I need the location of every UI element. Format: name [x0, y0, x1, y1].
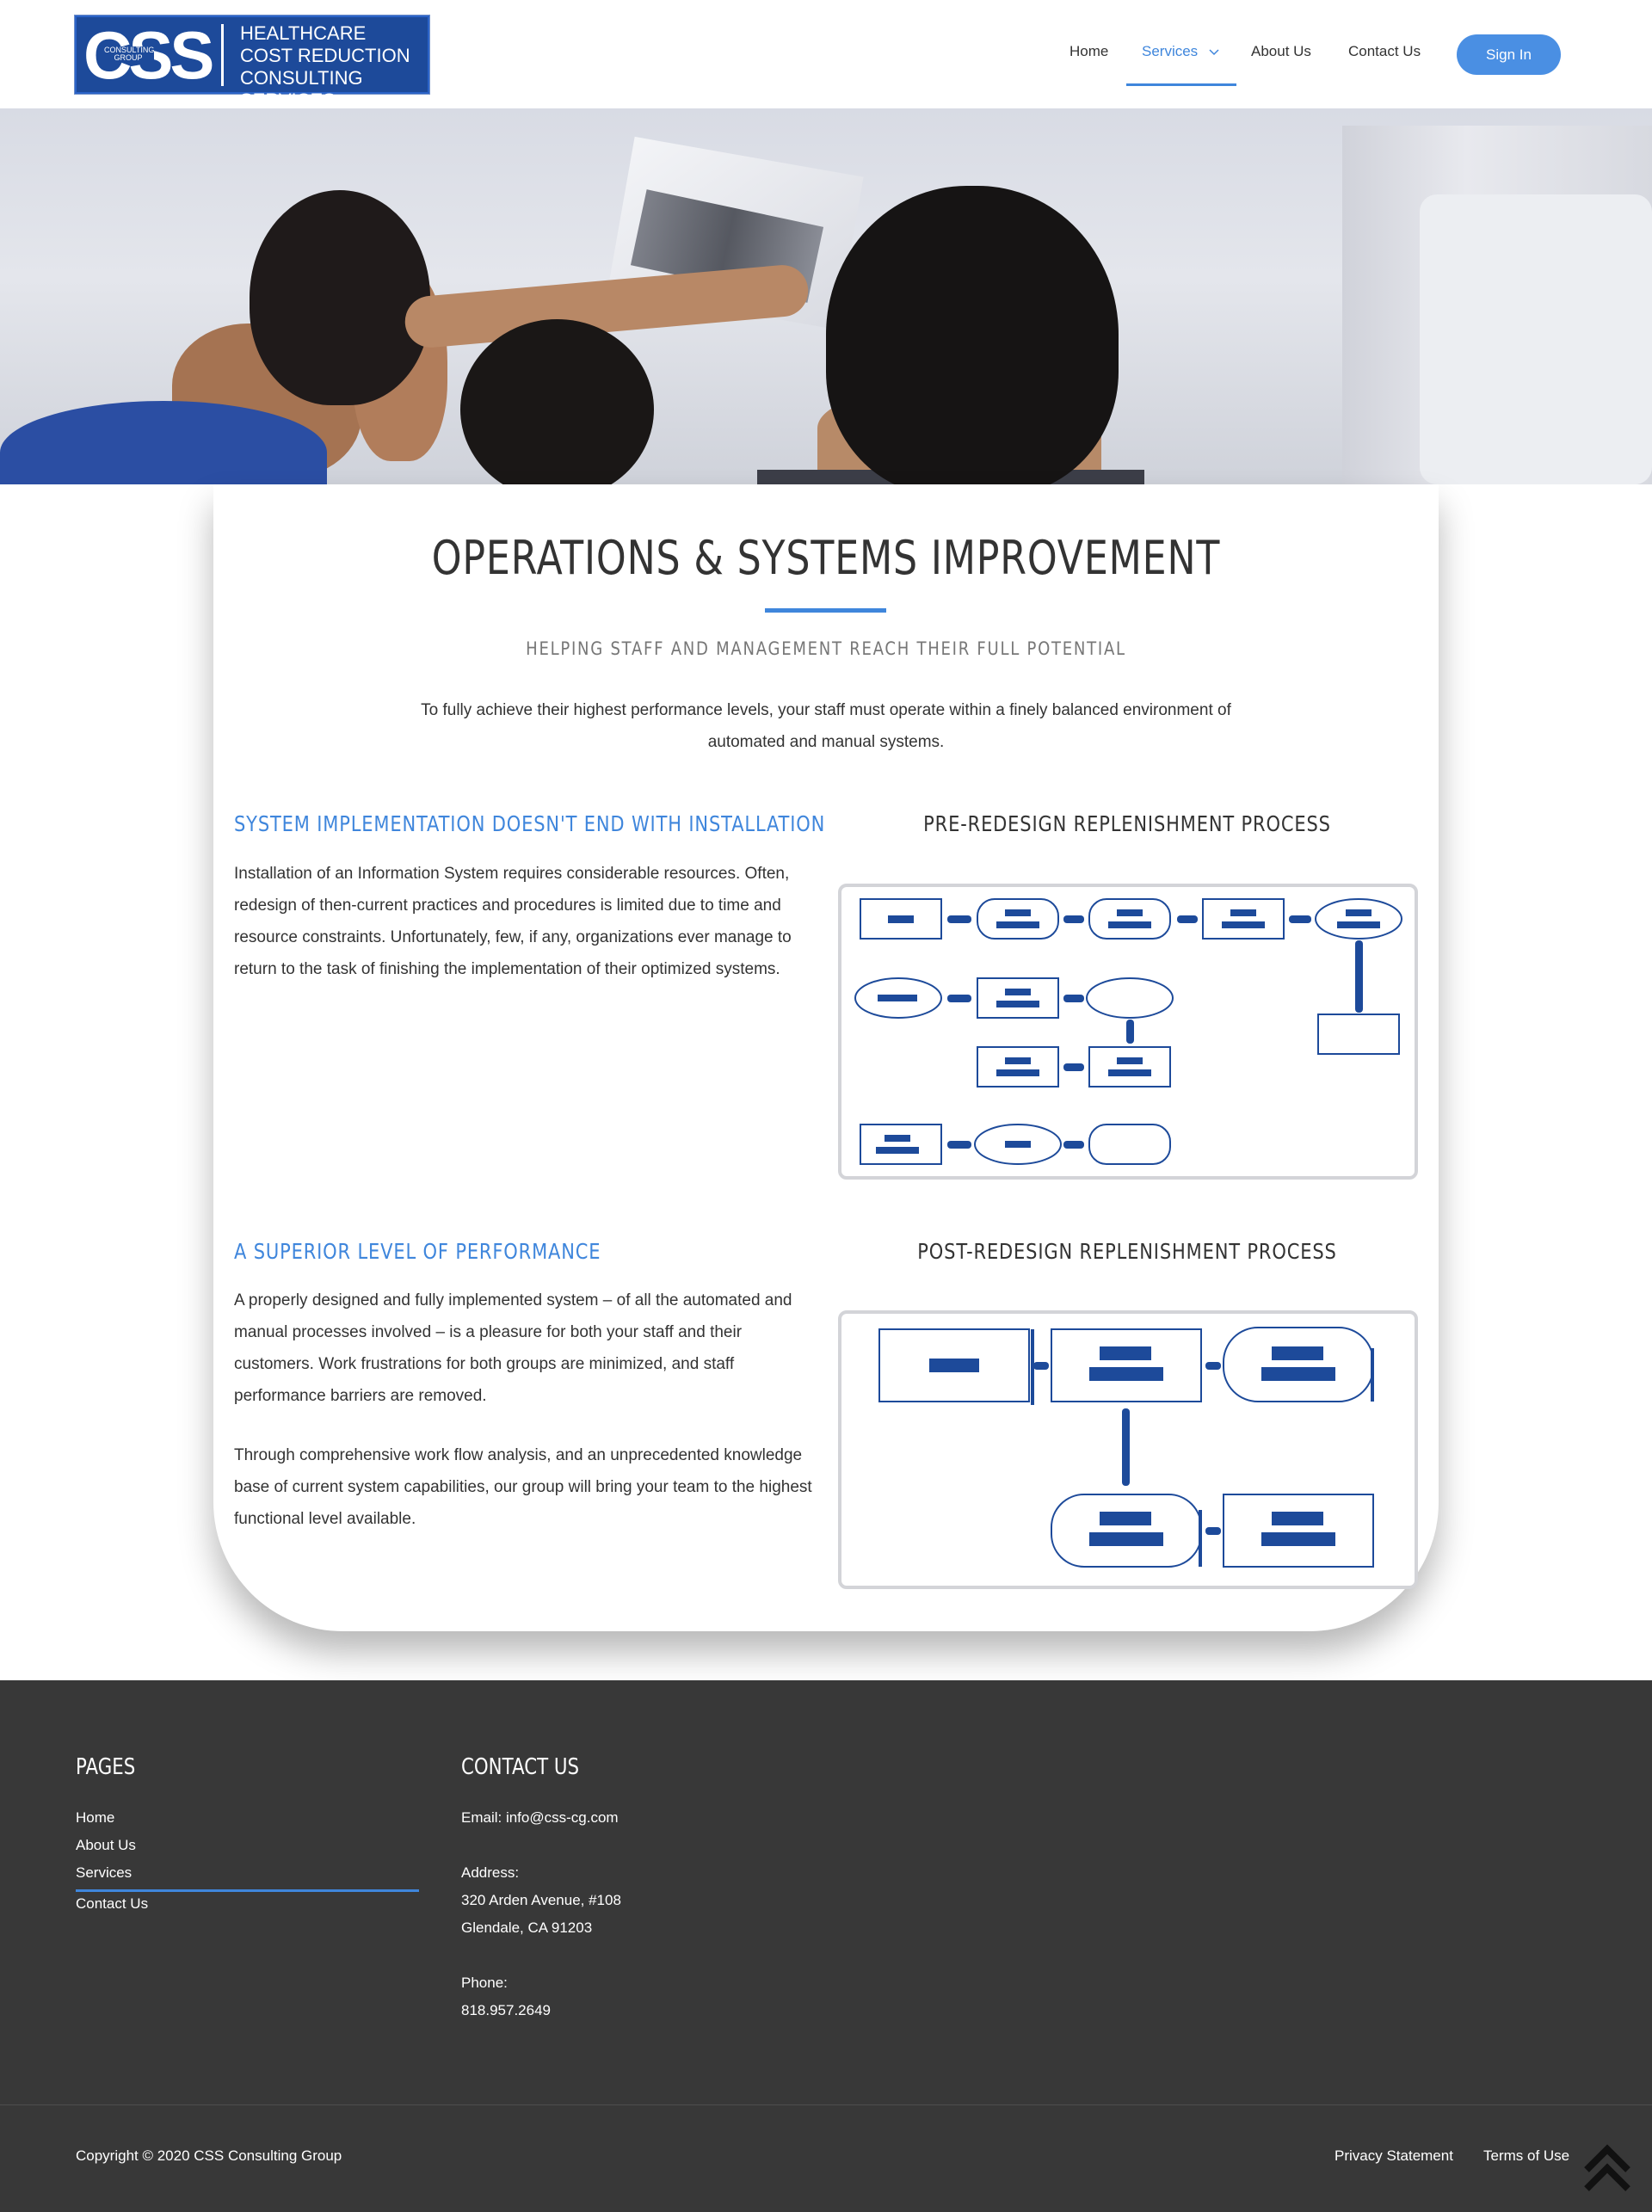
- footer-address-line2: Glendale, CA 91203: [461, 1919, 593, 1936]
- logo-tagline: HEALTHCARE COST REDUCTION CONSULTING SER…: [240, 22, 428, 112]
- hero-image: [0, 108, 1652, 484]
- footer-privacy-link[interactable]: Privacy Statement: [1335, 2147, 1453, 2165]
- footer-contact-heading: CONTACT US: [461, 1754, 580, 1780]
- scroll-to-top-icon[interactable]: [1581, 2141, 1633, 2192]
- diagram2-title: POST-REDESIGN REPLENISHMENT PROCESS: [917, 1239, 1337, 1264]
- nav-contact[interactable]: Contact Us: [1348, 43, 1421, 60]
- logo-line-3: CONSULTING SERVICES: [240, 67, 363, 111]
- hero-person-2-head: [460, 319, 654, 484]
- footer-phone[interactable]: 818.957.2649: [461, 1997, 551, 2024]
- nav-about[interactable]: About Us: [1251, 43, 1311, 60]
- footer-address-label: Address:: [461, 1864, 520, 1881]
- footer-phone-label: Phone:: [461, 1975, 508, 1991]
- site-header: CSS CONSULTING GROUP HEALTHCARE COST RED…: [0, 0, 1652, 111]
- intro-text: To fully achieve their highest performan…: [421, 701, 1231, 751]
- title-accent-bar: [765, 608, 886, 613]
- section2-heading: A SUPERIOR LEVEL OF PERFORMANCE: [234, 1239, 601, 1264]
- site-footer: PAGES Home About Us Services Contact Us …: [0, 1680, 1652, 2212]
- hero-person-3-head: [826, 186, 1119, 484]
- footer-divider: [0, 2104, 1652, 2105]
- footer-copyright: Copyright © 2020 CSS Consulting Group: [76, 2147, 342, 2164]
- hero-person-1-head: [250, 190, 430, 405]
- pre-redesign-diagram: [838, 884, 1418, 1180]
- site-logo[interactable]: CSS CONSULTING GROUP HEALTHCARE COST RED…: [74, 15, 430, 111]
- chevron-down-icon: [1209, 48, 1219, 55]
- post-redesign-flowchart: [878, 1327, 1374, 1568]
- footer-email[interactable]: Email: info@css-cg.com: [461, 1804, 619, 1832]
- footer-pages-heading: PAGES: [76, 1754, 136, 1780]
- section1-heading: SYSTEM IMPLEMENTATION DOESN'T END WITH I…: [234, 811, 826, 836]
- footer-active-indicator: [76, 1889, 419, 1892]
- footer-link-contact[interactable]: Contact Us: [76, 1895, 148, 1913]
- diagram1-title: PRE-REDESIGN REPLENISHMENT PROCESS: [923, 811, 1331, 836]
- post-redesign-diagram: [838, 1310, 1418, 1589]
- logo-line-1: HEALTHCARE: [240, 22, 367, 44]
- nav-active-indicator: [1126, 83, 1236, 86]
- footer-address-line1: 320 Arden Avenue, #108: [461, 1892, 621, 1908]
- logo-line-2: COST REDUCTION: [240, 45, 410, 66]
- footer-link-services[interactable]: Services: [76, 1864, 132, 1882]
- footer-link-home[interactable]: Home: [76, 1809, 114, 1827]
- footer-terms-link[interactable]: Terms of Use: [1483, 2147, 1569, 2165]
- footer-link-about[interactable]: About Us: [76, 1837, 136, 1854]
- section2-body-2: Through comprehensive work flow analysis…: [234, 1446, 812, 1528]
- section2-body-1: A properly designed and fully implemente…: [234, 1291, 792, 1405]
- logo-mark-subtitle: CONSULTING GROUP: [102, 46, 155, 62]
- page-subtitle: HELPING STAFF AND MANAGEMENT REACH THEIR…: [526, 638, 1126, 659]
- content-card: OPERATIONS & SYSTEMS IMPROVEMENT HELPING…: [213, 484, 1439, 1631]
- logo-divider: [221, 24, 224, 86]
- nav-services-label: Services: [1142, 43, 1199, 59]
- page-title: OPERATIONS & SYSTEMS IMPROVEMENT: [431, 531, 1221, 585]
- sign-in-button[interactable]: Sign In: [1457, 34, 1561, 75]
- section1-body: Installation of an Information System re…: [234, 865, 792, 978]
- pre-redesign-flowchart: [854, 898, 1402, 1165]
- nav-home[interactable]: Home: [1069, 43, 1108, 60]
- nav-services[interactable]: Services: [1142, 43, 1219, 60]
- hero-door: [1420, 194, 1652, 484]
